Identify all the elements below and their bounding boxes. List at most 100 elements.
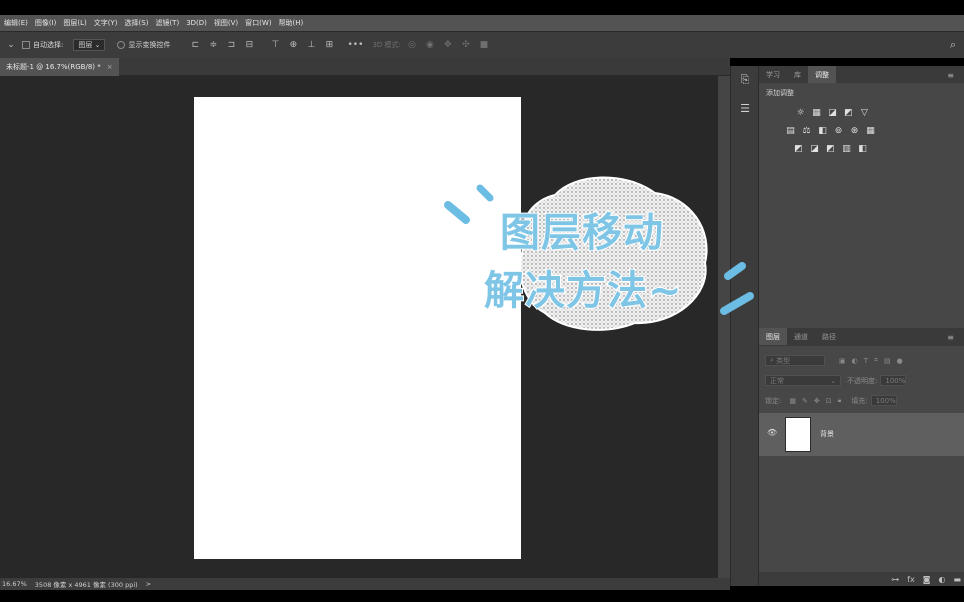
document-tab-bar: 未标题-1 @ 16.7%(RGB/8) * × (0, 58, 730, 76)
layer-name: 背景 (820, 430, 834, 438)
color-balance-icon[interactable]: ⚖ (801, 125, 812, 136)
menu-type[interactable]: 文字(Y) (94, 18, 118, 28)
lock-artboard-icon[interactable]: ⊡ (826, 397, 832, 405)
overlay-title-line2: 解决方法~ (483, 267, 683, 315)
menu-bar: 编辑(E) 图像(I) 图层(L) 文字(Y) 选择(S) 滤镜(T) 3D(D… (0, 15, 964, 31)
menu-3d[interactable]: 3D(D) (186, 19, 207, 27)
filter-pixel-icon[interactable]: ▣ (839, 357, 846, 365)
brightness-icon[interactable]: ☼ (795, 107, 806, 118)
blend-mode-dropdown[interactable]: 正常 ⌄ (765, 375, 841, 386)
tab-adjustments[interactable]: 调整 (808, 66, 836, 83)
selective-color-icon[interactable]: ◧ (857, 143, 868, 154)
distribute-icon[interactable]: ⊟ (242, 38, 256, 52)
adjustments-panel-tabs: 学习 库 调整 (759, 66, 964, 83)
align-left-icon[interactable]: ⊏ (188, 38, 202, 52)
tab-libraries[interactable]: 库 (787, 66, 808, 83)
invert-icon[interactable]: ◩ (793, 143, 804, 154)
menu-select[interactable]: 选择(S) (125, 18, 149, 28)
layer-filter-field[interactable]: ⌕ 类型 (765, 355, 825, 366)
link-icon[interactable]: ⊶ (891, 575, 899, 584)
auto-select-label: 自动选择: (33, 41, 64, 49)
menu-help[interactable]: 帮助(H) (279, 18, 304, 28)
menu-view[interactable]: 视图(V) (214, 18, 238, 28)
status-arrow-icon[interactable]: > (146, 580, 151, 588)
align-top-icon[interactable]: ⊤ (268, 38, 282, 52)
add-adjustment-title: 添加调整 (766, 89, 794, 97)
3d-pan-icon[interactable]: ✥ (441, 38, 455, 52)
menu-layer[interactable]: 图层(L) (63, 18, 86, 28)
show-transform-checkbox[interactable] (117, 41, 126, 49)
tab-layers[interactable]: 图层 (759, 328, 787, 345)
lock-pixels-icon[interactable]: ▦ (789, 397, 796, 405)
filter-toggle-icon[interactable]: ● (897, 357, 903, 365)
photo-filter-icon[interactable]: ⊚ (833, 125, 844, 136)
align-bottom-icon[interactable]: ⊥ (304, 38, 318, 52)
lock-position-icon[interactable]: ✥ (814, 397, 820, 405)
3d-slide-icon[interactable]: ✣ (459, 38, 473, 52)
show-transform-label: 显示变换控件 (128, 41, 171, 49)
auto-select-checkbox[interactable] (22, 41, 30, 49)
exposure-icon[interactable]: ◩ (843, 107, 854, 118)
menu-filter[interactable]: 滤镜(T) (155, 18, 179, 28)
adjustments-panel: 学习 库 调整 ≡ 添加调整 ☼ ▦ ◪ ◩ ▽ ▤ ⚖ ◧ ⊚ ⊛ ▦ ◩ ◪… (758, 66, 964, 328)
lock-paint-icon[interactable]: ✎ (802, 397, 808, 405)
3d-roll-icon[interactable]: ◉ (423, 38, 437, 52)
search-icon[interactable]: ⌕ (946, 38, 960, 52)
close-icon[interactable]: × (107, 63, 113, 71)
filter-adjust-icon[interactable]: ◐ (852, 357, 858, 365)
tool-preset-chevron-icon[interactable]: ⌄ (4, 38, 18, 52)
curves-icon[interactable]: ◪ (827, 107, 838, 118)
menu-image[interactable]: 图像(I) (35, 18, 57, 28)
history-icon[interactable]: ⎘ (737, 72, 753, 88)
vertical-scrollbar[interactable] (718, 76, 730, 578)
more-options-icon[interactable]: ••• (347, 38, 363, 52)
hue-saturation-icon[interactable]: ▤ (785, 125, 796, 136)
channel-mixer-icon[interactable]: ⊛ (849, 125, 860, 136)
3d-camera-icon[interactable]: ■ (477, 38, 491, 52)
gradient-map-icon[interactable]: ▥ (841, 143, 852, 154)
lock-all-icon[interactable]: 🔒︎ (838, 396, 842, 405)
tab-paths[interactable]: 路径 (815, 328, 843, 345)
document-tab[interactable]: 未标题-1 @ 16.7%(RGB/8) * × (0, 58, 119, 76)
align-hcenter-icon[interactable]: ≑ (206, 38, 220, 52)
layer-row[interactable]: 👁︎ 背景 (759, 413, 964, 456)
accent-strokes-right (720, 262, 754, 315)
filter-smart-icon[interactable]: ▤ (884, 357, 891, 365)
threshold-icon[interactable]: ◩ (825, 143, 836, 154)
distribute-vertical-icon[interactable]: ⊞ (322, 38, 336, 52)
align-vcenter-icon[interactable]: ⊕ (286, 38, 300, 52)
3d-mode-label: 3D 模式: (372, 41, 401, 49)
black-white-icon[interactable]: ◧ (817, 125, 828, 136)
levels-icon[interactable]: ▦ (811, 107, 822, 118)
filter-type-icon[interactable]: T (864, 357, 868, 365)
menu-window[interactable]: 窗口(W) (245, 18, 271, 28)
fill-field[interactable]: 100% (870, 395, 897, 406)
document-canvas[interactable] (194, 97, 521, 559)
fx-icon[interactable]: fx (907, 575, 915, 584)
fill-label: 填充: (851, 396, 868, 405)
layers-panel-menu-icon[interactable]: ≡ (947, 333, 954, 342)
panel-menu-icon[interactable]: ≡ (947, 71, 954, 80)
new-group-icon[interactable]: ▬ (953, 575, 961, 584)
auto-select-dropdown[interactable]: 图层 ⌄ (73, 39, 106, 51)
eye-icon[interactable]: 👁︎ (767, 428, 777, 437)
panel-icon-strip: ⎘ ☰ (730, 66, 758, 586)
options-bar: ⌄ 自动选择: 图层 ⌄ 显示变换控件 ⊏ ≑ ⊐ ⊟ ⊤ ⊕ ⊥ ⊞ ••• … (0, 31, 964, 58)
accent-strokes-left (444, 184, 494, 224)
zoom-level[interactable]: 16.67% (2, 580, 27, 588)
tab-channels[interactable]: 通道 (787, 328, 815, 345)
vibrance-icon[interactable]: ▽ (859, 107, 870, 118)
posterize-icon[interactable]: ◪ (809, 143, 820, 154)
menu-edit[interactable]: 编辑(E) (4, 18, 28, 28)
3d-orbit-icon[interactable]: ◎ (405, 38, 419, 52)
color-lookup-icon[interactable]: ▦ (865, 125, 876, 136)
mask-icon[interactable]: ◙ (923, 575, 931, 584)
bottom-black-bar (0, 590, 964, 602)
opacity-field[interactable]: 100% (880, 375, 907, 386)
filter-shape-icon[interactable]: ⌗ (874, 356, 878, 365)
lock-label: 锁定: (765, 396, 782, 405)
properties-icon[interactable]: ☰ (737, 100, 753, 116)
tab-learn[interactable]: 学习 (759, 66, 787, 83)
align-right-icon[interactable]: ⊐ (224, 38, 238, 52)
new-adjustment-icon[interactable]: ◐ (938, 575, 945, 584)
